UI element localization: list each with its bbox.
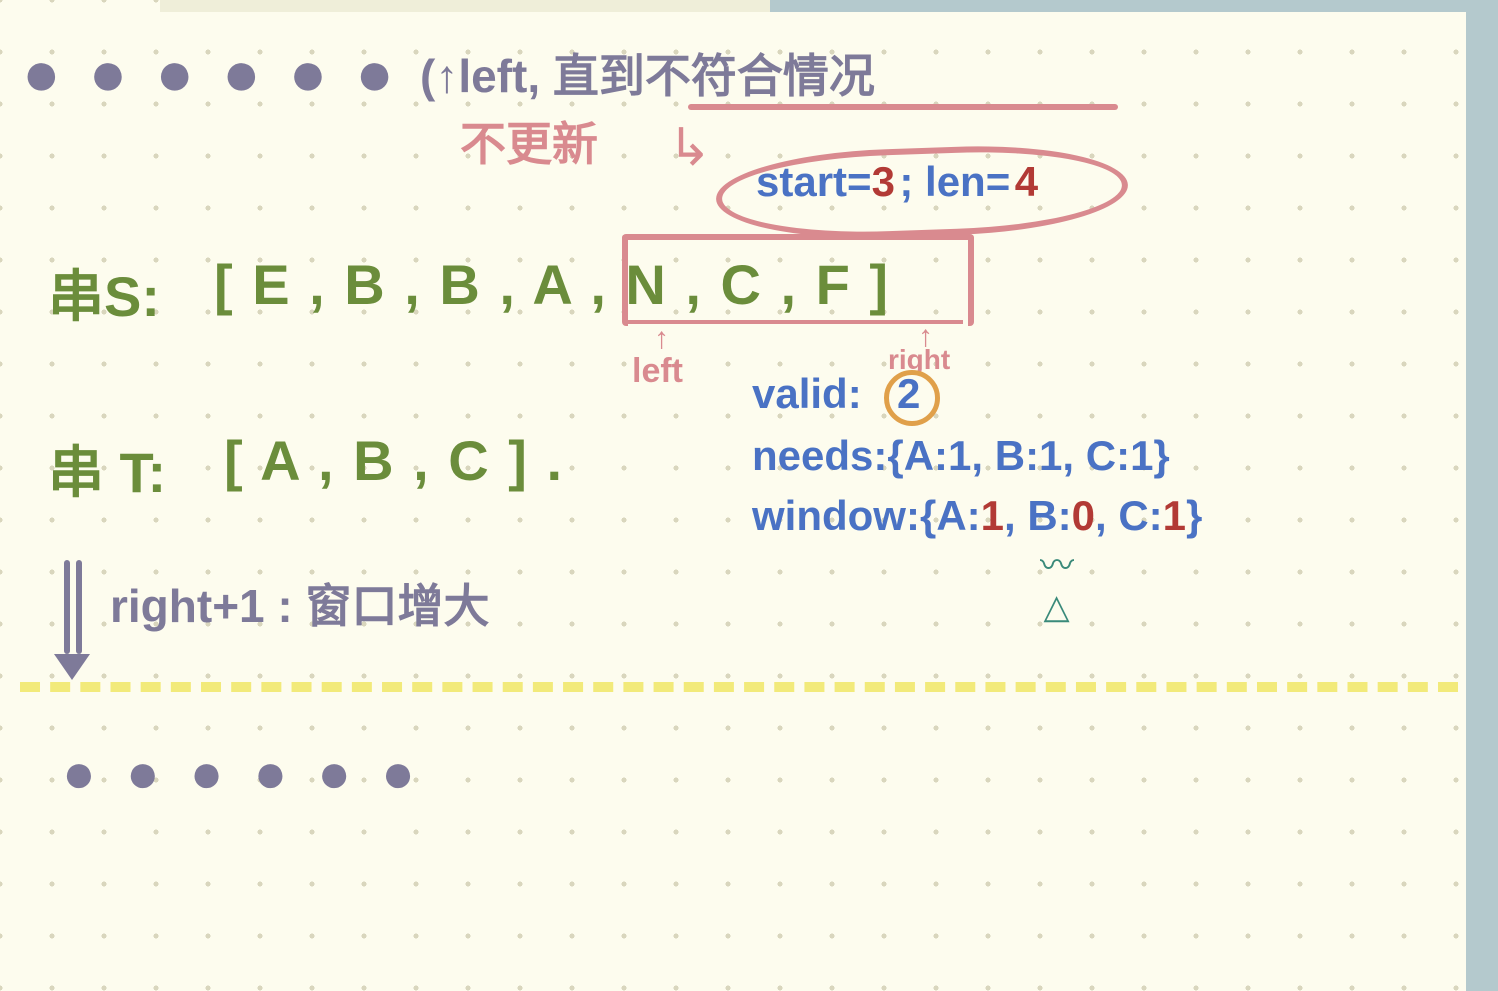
left-arrow-up-icon: ↑: [654, 322, 669, 356]
t-label: 串 T:: [48, 428, 166, 509]
start-label: start=: [756, 158, 872, 205]
needs-label: needs:: [752, 432, 887, 479]
underline-no-match: [688, 104, 1118, 110]
start-value: 3: [872, 158, 895, 205]
left-marker: left: [632, 352, 683, 391]
top-shade-left: [160, 0, 770, 12]
window-b-value: 0: [1072, 492, 1095, 539]
window-c-value: 1: [1163, 492, 1186, 539]
window-label: window:: [752, 492, 920, 539]
arrow-down-icon: [58, 560, 88, 680]
no-update-label: 不更新: [460, 108, 598, 174]
needs-row: needs:{A:1, B:1, C:1}: [752, 432, 1170, 480]
t-array: [ A , B , C ] .: [224, 428, 564, 493]
valid-value: 2: [897, 370, 920, 418]
top-note: (↑left, 直到不符合情况: [420, 40, 875, 106]
window-row: window:{A:1, B:0, C:1}: [752, 492, 1202, 540]
window-bracket-bottom: [628, 320, 963, 324]
len-value: 4: [1015, 158, 1038, 205]
result-sep: ; len=: [899, 158, 1010, 205]
needs-body: {A:1, B:1, C:1}: [887, 432, 1169, 479]
top-dots-row: ●●●●●●: [22, 36, 422, 110]
right-margin-strip: [1466, 0, 1498, 991]
valid-label: valid:: [752, 370, 862, 418]
hook-arrow-icon: ↳: [668, 118, 712, 178]
window-suffix: }: [1186, 492, 1202, 539]
result-text: start=3 ; len= 4: [756, 158, 1038, 206]
zero-squiggle-icon: 〰 △: [1040, 538, 1068, 627]
bottom-dots-row: ●●●●●●: [62, 740, 445, 805]
top-shade-right: [770, 0, 1498, 12]
window-prefix: {A:: [920, 492, 981, 539]
step-label: right+1 : 窗口增大: [110, 570, 490, 636]
window-bracket: [622, 234, 974, 326]
s-label: 串S:: [48, 252, 160, 333]
window-mid2: , C:: [1095, 492, 1163, 539]
dashed-divider: [20, 682, 1458, 692]
window-mid1: , B:: [1004, 492, 1072, 539]
window-a-value: 1: [981, 492, 1004, 539]
paper-background: [0, 0, 1498, 991]
